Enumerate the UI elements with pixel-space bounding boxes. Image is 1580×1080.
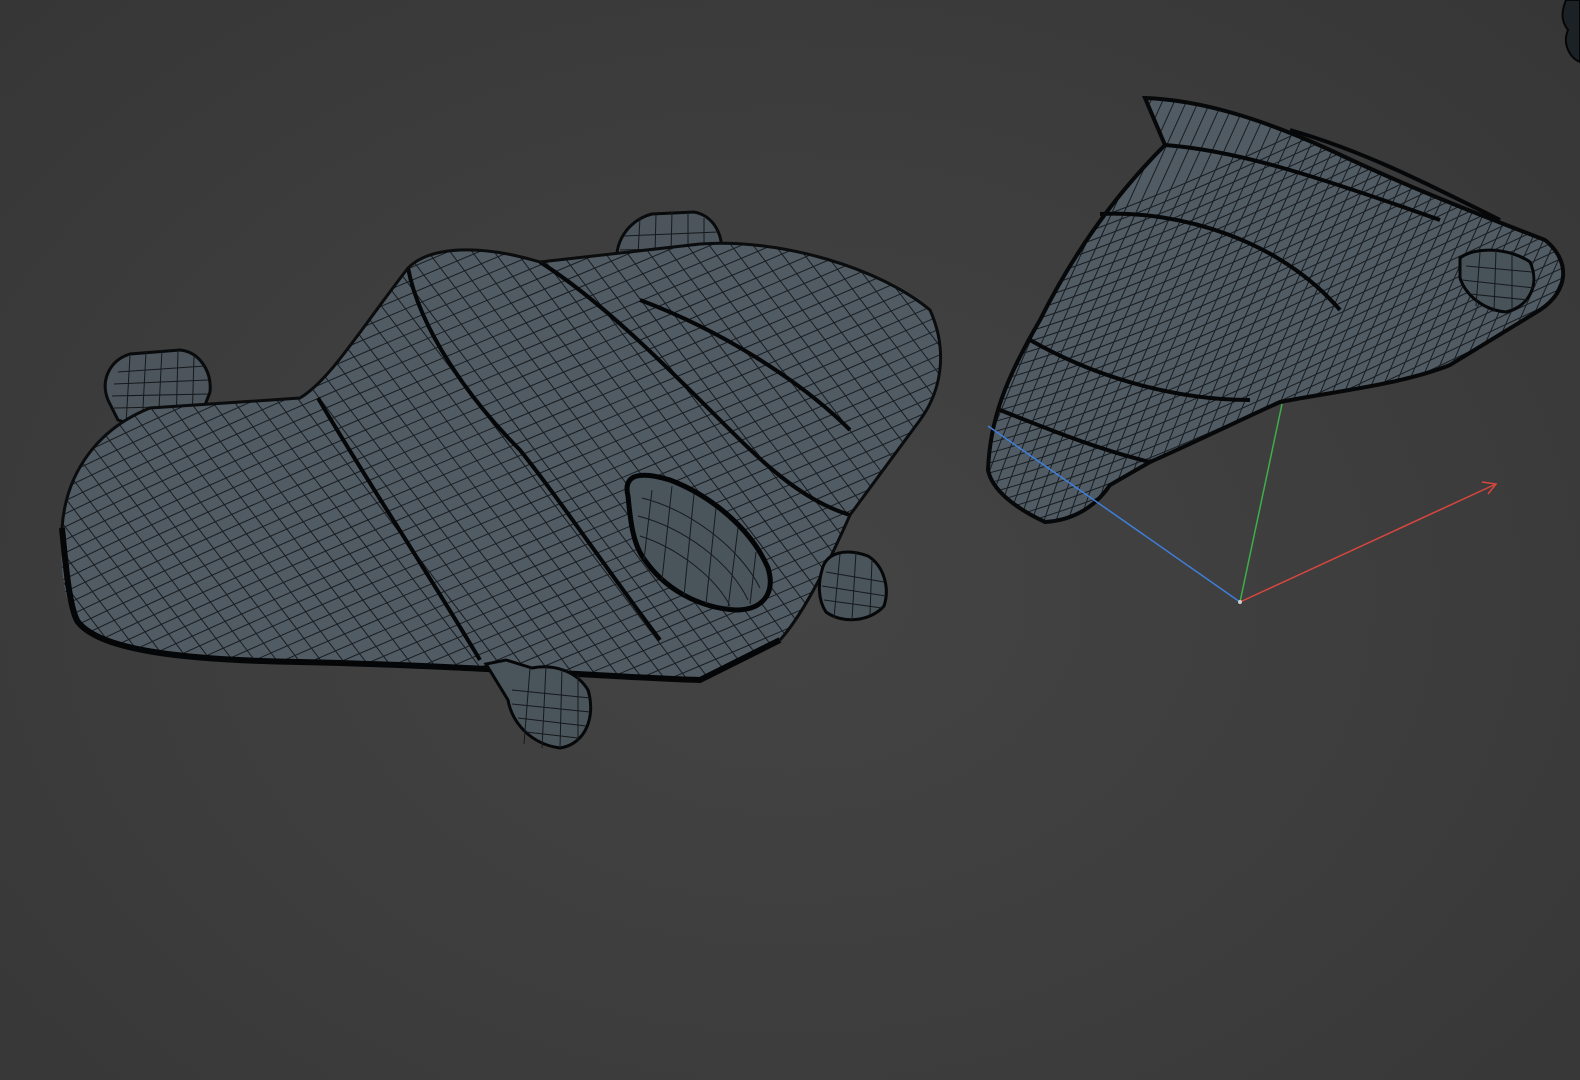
wireframe-edge	[61, 243, 81, 680]
gizmo-x-axis[interactable]	[1239, 483, 1497, 603]
landing-gear-front	[817, 550, 888, 622]
viewport-canvas[interactable]	[0, 0, 1580, 1080]
wireframe-edge	[1535, 98, 1564, 522]
gizmo-pivot[interactable]	[1238, 600, 1242, 604]
ship-nose-part[interactable]	[900, 0, 1580, 730]
wireframe-edge	[1547, 98, 1564, 522]
3d-viewport[interactable]	[0, 0, 1580, 1080]
offscreen-object-fragment	[1561, 0, 1580, 64]
wireframe-edge	[1523, 98, 1564, 522]
gizmo-y-axis[interactable]	[1239, 403, 1283, 603]
